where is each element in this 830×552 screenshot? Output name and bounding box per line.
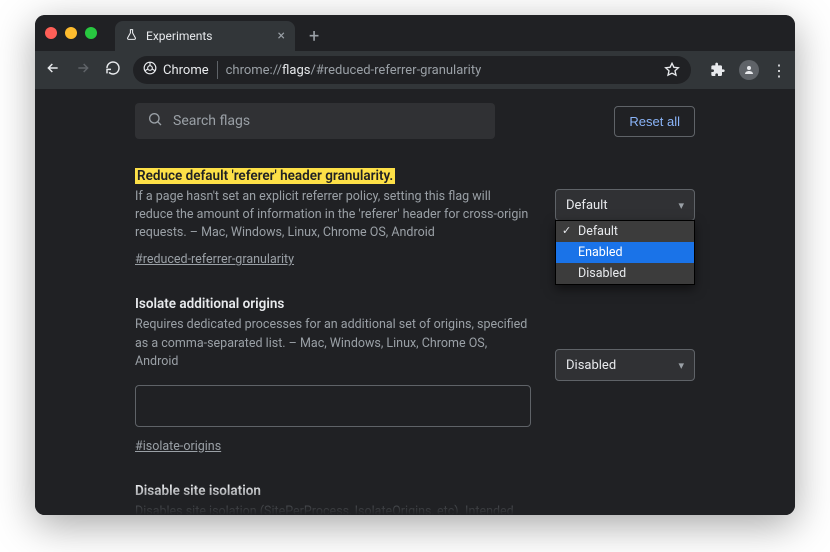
extensions-icon[interactable] [709, 61, 727, 79]
flags-list: Reduce default 'referer' header granular… [35, 149, 795, 515]
flag-item: Isolate additional origins Requires dedi… [135, 293, 695, 453]
url-text: chrome://flags/#reduced-referrer-granula… [226, 63, 482, 78]
flag-item: Reduce default 'referer' header granular… [135, 165, 695, 267]
tab-title: Experiments [146, 29, 213, 43]
close-tab-button[interactable]: × [278, 28, 285, 44]
option-enabled[interactable]: Enabled [556, 242, 694, 263]
isolate-origins-input[interactable] [135, 385, 531, 427]
toolbar-right: ⋮ [709, 60, 787, 80]
toolbar: Chrome chrome://flags/#reduced-referrer-… [35, 51, 795, 89]
search-icon [147, 111, 163, 131]
chevron-down-icon: ▾ [678, 199, 684, 212]
select-value: Disabled [566, 358, 616, 373]
option-default[interactable]: Default [556, 221, 694, 242]
browser-window: Experiments × + Chrome chrome://flags/#r… [35, 15, 795, 515]
new-tab-button[interactable]: + [309, 26, 319, 47]
select-value: Default [566, 198, 608, 213]
flag-anchor-link[interactable]: #reduced-referrer-granularity [135, 252, 294, 267]
address-bar[interactable]: Chrome chrome://flags/#reduced-referrer-… [133, 56, 691, 84]
close-window-button[interactable] [45, 27, 57, 39]
titlebar: Experiments × + [35, 15, 795, 51]
reset-all-button[interactable]: Reset all [614, 106, 695, 137]
search-flags-input[interactable]: Search flags [135, 103, 495, 139]
option-disabled[interactable]: Disabled [556, 263, 694, 284]
flag-description: If a page hasn't set an explicit referre… [135, 188, 531, 242]
minimize-window-button[interactable] [65, 27, 77, 39]
flag-select[interactable]: Default ▾ Default Enabled Disabled [555, 189, 695, 221]
browser-menu-button[interactable]: ⋮ [771, 61, 787, 80]
flask-icon [125, 28, 138, 44]
omnibox-chip: Chrome [143, 61, 218, 79]
back-button[interactable] [43, 60, 63, 80]
omnibox-chip-label: Chrome [163, 63, 209, 78]
forward-button[interactable] [73, 60, 93, 80]
flag-item: Disable site isolation Disables site iso… [135, 480, 695, 515]
flag-description: Requires dedicated processes for an addi… [135, 316, 531, 370]
search-row: Search flags Reset all [35, 89, 795, 149]
browser-tab[interactable]: Experiments × [115, 21, 295, 51]
chevron-down-icon: ▾ [678, 359, 684, 372]
flag-select-dropdown: Default Enabled Disabled [555, 220, 695, 285]
reload-button[interactable] [103, 60, 123, 80]
flag-title: Isolate additional origins [135, 296, 284, 312]
flag-title: Disable site isolation [135, 483, 261, 499]
window-controls [45, 27, 97, 39]
flag-title: Reduce default 'referer' header granular… [135, 168, 395, 184]
search-placeholder: Search flags [173, 113, 250, 129]
maximize-window-button[interactable] [85, 27, 97, 39]
flag-description: Disables site isolation (SitePerProcess,… [135, 503, 531, 515]
page-content: Search flags Reset all Reduce default 'r… [35, 89, 795, 515]
flag-select[interactable]: Disabled ▾ [555, 349, 695, 381]
flag-anchor-link[interactable]: #isolate-origins [135, 439, 221, 454]
profile-avatar-icon[interactable] [739, 60, 759, 80]
bookmark-star-icon[interactable] [663, 61, 681, 79]
chrome-icon [143, 61, 157, 79]
